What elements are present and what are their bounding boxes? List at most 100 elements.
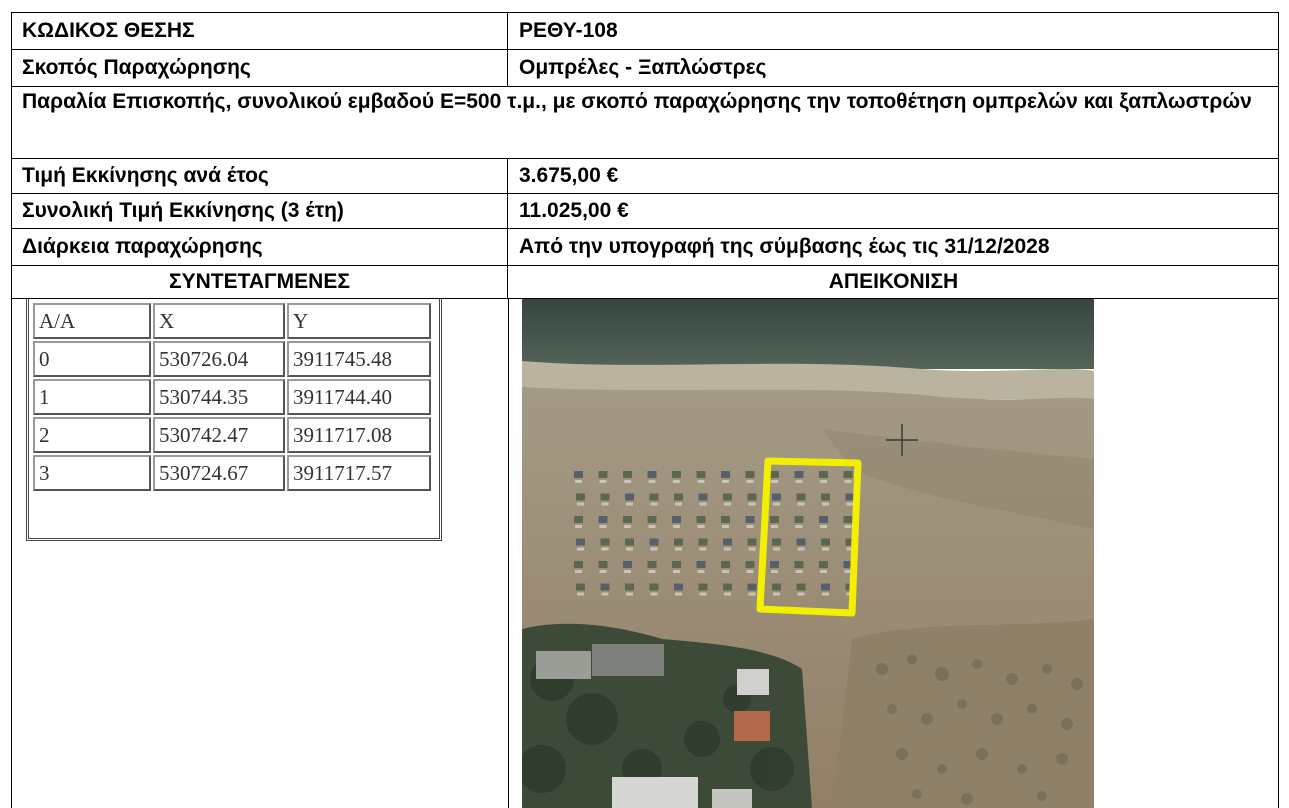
sunbed	[601, 592, 609, 596]
umbrella	[598, 516, 608, 523]
umbrella	[649, 583, 659, 591]
sunbed	[822, 547, 829, 551]
sunbed	[624, 480, 631, 483]
sunbed	[822, 592, 829, 596]
sunbed	[797, 502, 805, 506]
sunbed	[773, 592, 780, 596]
umbrella	[600, 538, 610, 546]
building	[592, 644, 664, 676]
sunbed	[746, 480, 754, 483]
sunbed	[724, 547, 731, 551]
description-row: Παραλία Επισκοπής, συνολικού εμβαδού Ε=5…	[11, 86, 1279, 158]
col-header-x: X	[153, 303, 285, 339]
umbrella	[723, 538, 732, 546]
umbrella	[794, 561, 804, 568]
sunbed	[577, 502, 584, 506]
sunbed	[675, 547, 682, 551]
code-value: ΡΕΘΥ-108	[519, 19, 618, 42]
sunbed	[675, 502, 682, 506]
sunbed	[748, 547, 756, 551]
umbrella	[794, 516, 804, 523]
umbrella	[649, 493, 659, 501]
sunbed	[599, 525, 607, 528]
umbrella	[723, 583, 732, 591]
umbrella	[574, 516, 583, 523]
umbrella	[672, 561, 681, 568]
umbrella	[672, 471, 681, 478]
coords-header-row: Α/Α X Y	[33, 303, 431, 339]
total-price-value: 11.025,00 €	[519, 199, 629, 222]
sunbed	[699, 592, 707, 596]
sunbed	[601, 502, 609, 506]
sunbed	[795, 570, 803, 573]
umbrella	[723, 493, 732, 501]
sunbed	[697, 525, 705, 528]
umbrella	[576, 538, 585, 546]
table-row: 0 530726.04 3911745.48	[33, 341, 431, 377]
coords-header: ΣΥΝΤΕΤΑΓΜΕΝΕΣ	[12, 266, 508, 298]
purpose-label: Σκοπός Παραχώρησης	[12, 50, 508, 86]
sunbed	[722, 525, 729, 528]
umbrella	[772, 538, 781, 546]
duration-row: Διάρκεια παραχώρησης Από την υπογραφή τη…	[11, 228, 1279, 265]
umbrella	[576, 493, 585, 501]
column-divider	[508, 299, 509, 808]
sunbed	[722, 570, 729, 573]
umbrella	[576, 583, 585, 591]
sunbed	[650, 502, 658, 506]
sunbed	[771, 570, 778, 573]
sunbed	[675, 592, 682, 596]
umbrella	[598, 471, 608, 478]
sunbed	[844, 525, 852, 528]
point-x: 530726.04	[153, 341, 285, 377]
duration-label: Διάρκεια παραχώρησης	[12, 229, 508, 265]
umbrella	[794, 471, 804, 478]
umbrella	[625, 538, 634, 546]
section-headers-row: ΣΥΝΤΕΤΑΓΜΕΝΕΣ ΑΠΕΙΚΟΝΙΣΗ	[11, 265, 1279, 298]
sunbed	[673, 570, 680, 573]
total-price-row: Συνολική Τιμή Εκκίνησης (3 έτη) 11.025,0…	[11, 193, 1279, 228]
umbrella	[772, 493, 781, 501]
sunbed	[624, 570, 631, 573]
umbrella	[772, 583, 781, 591]
umbrella	[747, 583, 757, 591]
umbrella	[745, 561, 755, 568]
umbrella	[574, 561, 583, 568]
sunbed	[577, 547, 584, 551]
col-header-aa: Α/Α	[33, 303, 151, 339]
sunbed	[795, 525, 803, 528]
sunbed	[844, 480, 852, 483]
point-index: 2	[33, 417, 151, 453]
sunbed	[577, 592, 584, 596]
sunbed	[626, 547, 633, 551]
umbrella	[625, 493, 634, 501]
building	[536, 651, 591, 679]
sunbed	[797, 547, 805, 551]
point-y: 3911745.48	[287, 341, 431, 377]
sunbed	[773, 547, 780, 551]
umbrella	[574, 471, 583, 478]
sunbed	[624, 525, 631, 528]
umbrella	[796, 538, 806, 546]
duration-value: Από την υπογραφή της σύμβασης έως τις 31…	[519, 235, 1050, 258]
annual-price-value: 3.675,00 €	[519, 164, 619, 187]
sunbed	[648, 480, 656, 483]
code-row: ΚΩΔΙΚΟΣ ΘΕΣΗΣ ΡΕΘΥ-108	[11, 12, 1279, 49]
sunbed	[650, 547, 658, 551]
concession-sheet: ΚΩΔΙΚΟΣ ΘΕΣΗΣ ΡΕΘΥ-108 Σκοπός Παραχώρηση…	[11, 12, 1279, 808]
umbrella	[672, 516, 681, 523]
sunbed	[820, 480, 827, 483]
sunbed	[626, 502, 633, 506]
sunbed	[724, 592, 731, 596]
umbrella	[843, 471, 853, 478]
umbrella	[674, 493, 683, 501]
umbrella	[821, 493, 830, 501]
umbrella	[598, 561, 608, 568]
umbrella	[796, 493, 806, 501]
umbrella	[696, 561, 706, 568]
sunbed	[575, 570, 582, 573]
umbrella	[600, 583, 610, 591]
point-y: 3911717.08	[287, 417, 431, 453]
sunbed	[746, 570, 754, 573]
sunbed	[773, 502, 780, 506]
